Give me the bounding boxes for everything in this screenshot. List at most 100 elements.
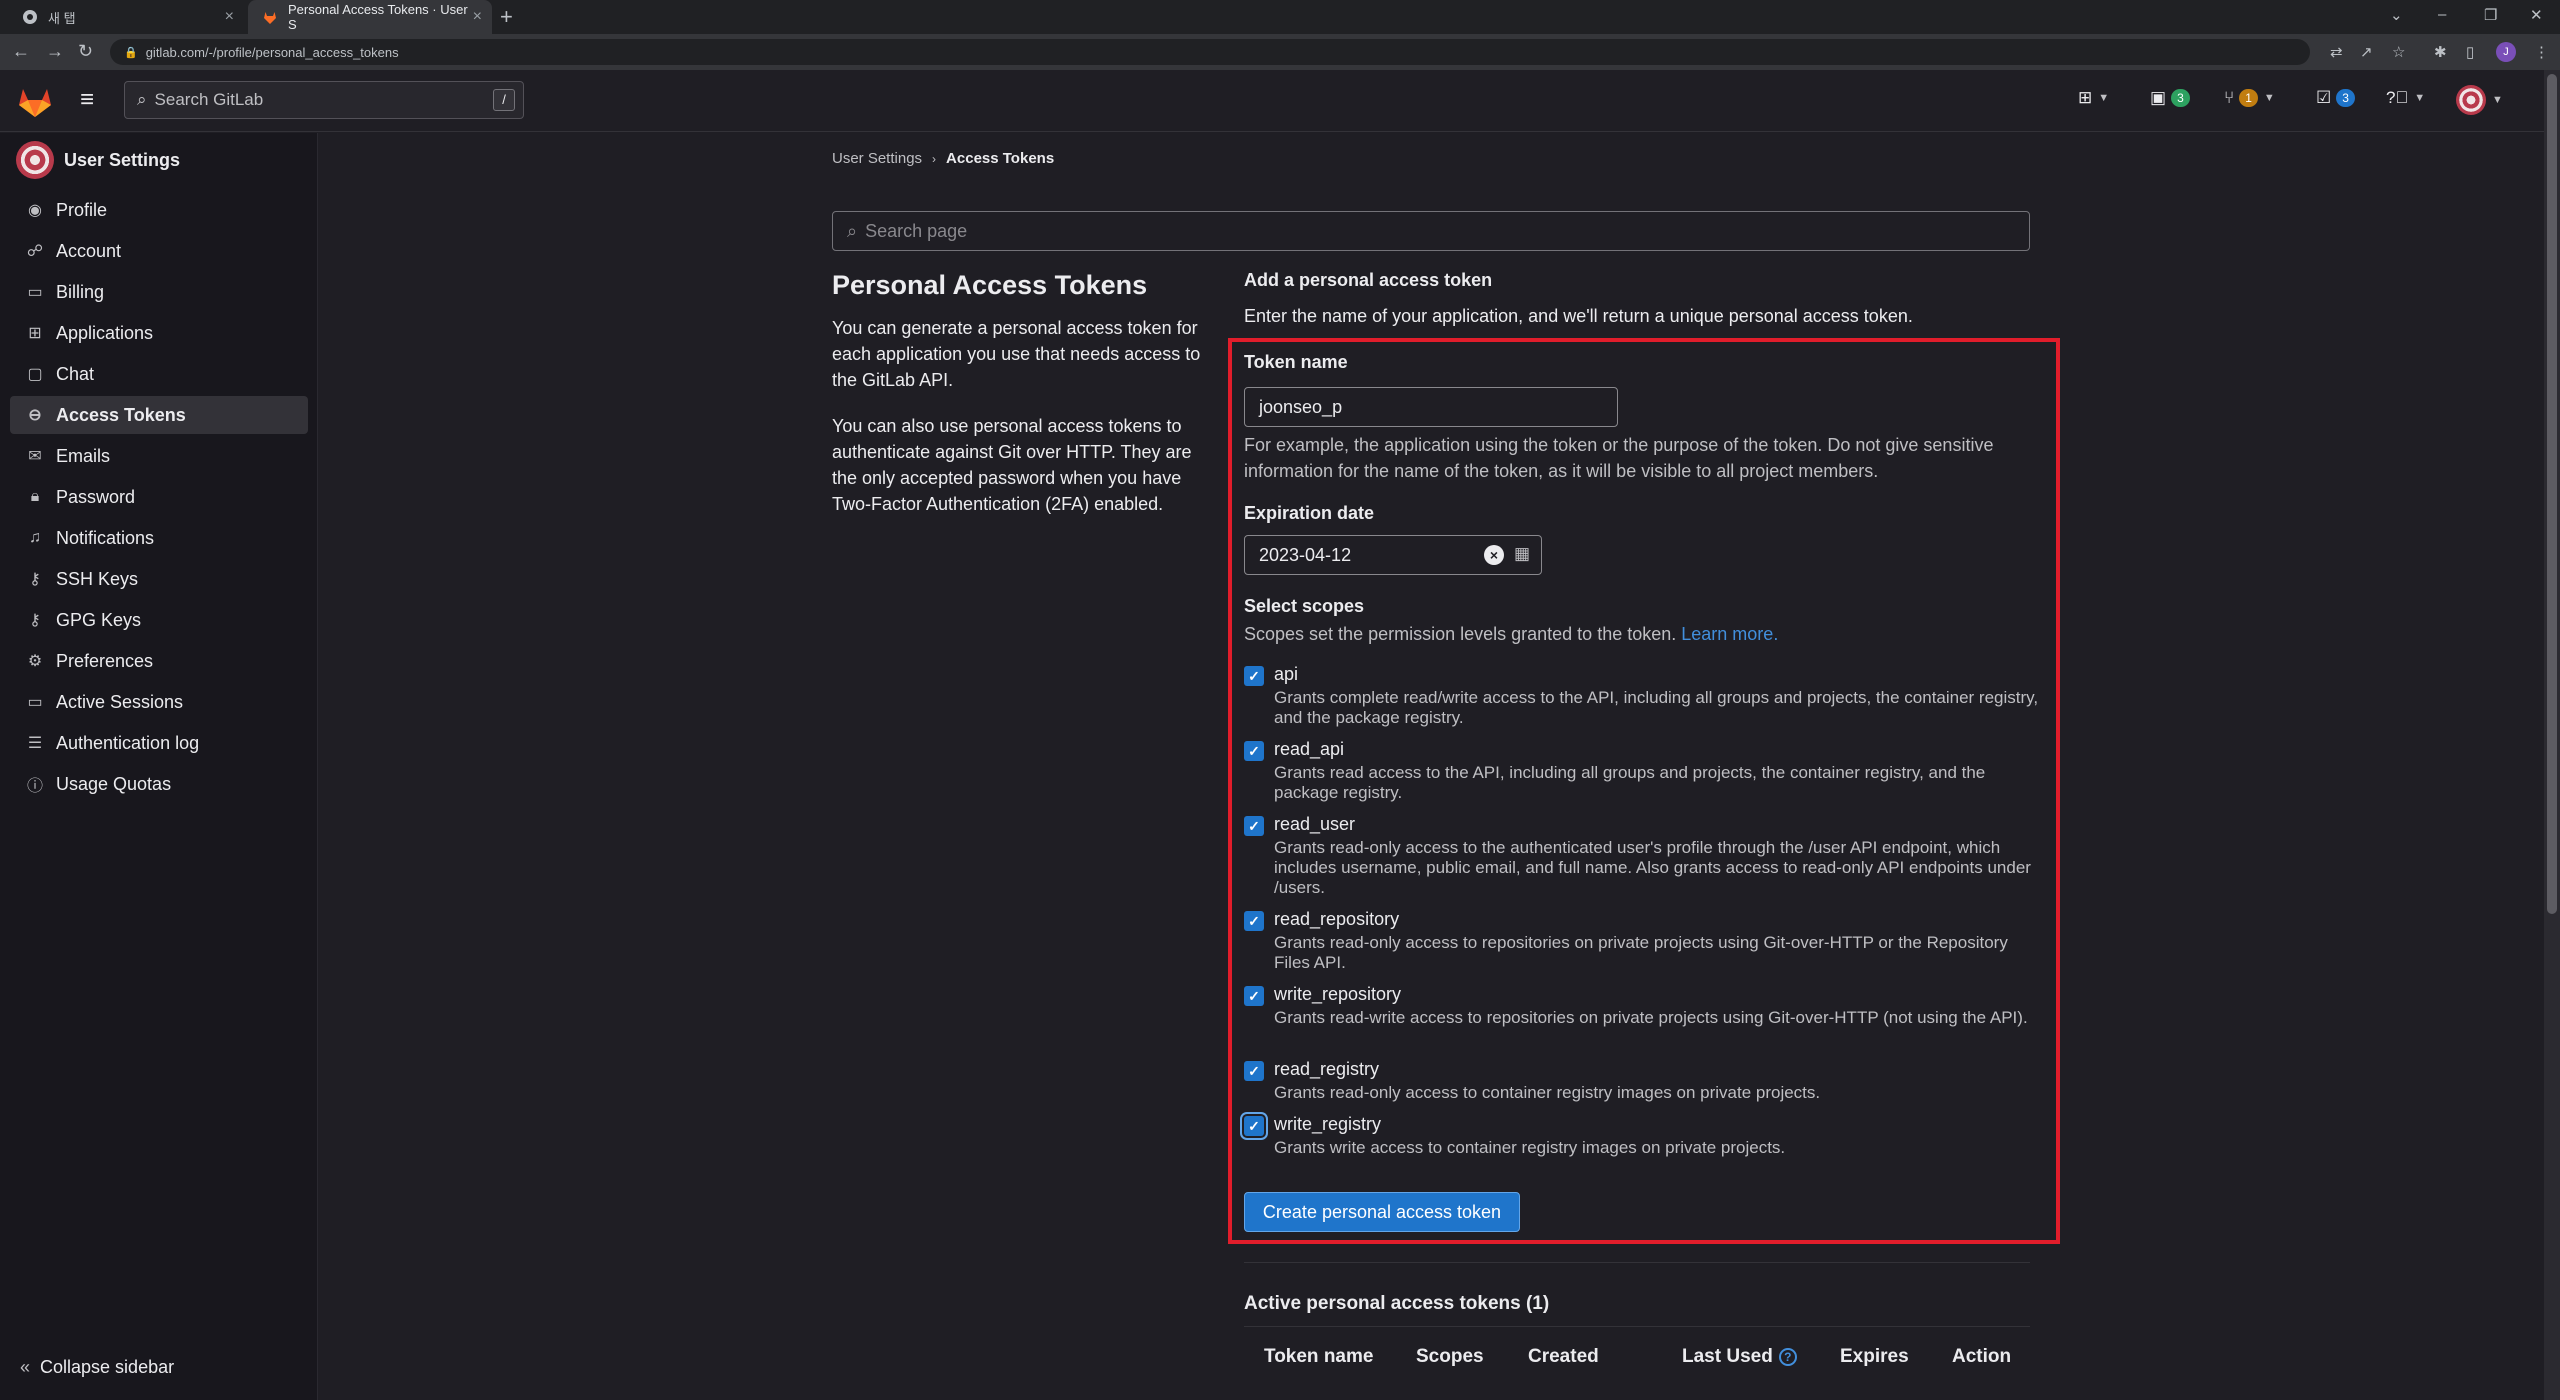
- chevron-down-icon: ▼: [2414, 92, 2426, 104]
- page-search-input[interactable]: ⌕ Search page: [832, 211, 2030, 251]
- scope-description: Grants read-write access to repositories…: [1274, 1008, 2028, 1027]
- sidebar-header[interactable]: User Settings: [16, 141, 180, 179]
- breadcrumb-parent[interactable]: User Settings: [832, 150, 922, 167]
- calendar-icon[interactable]: ▦: [1514, 544, 1530, 564]
- hamburger-menu-icon[interactable]: ≡: [80, 86, 94, 114]
- checkbox-checked-icon[interactable]: ✓: [1244, 986, 1264, 1006]
- sidebar-item-access-tokens[interactable]: ⊖ Access Tokens: [10, 396, 308, 434]
- sidebar-item-usage-quotas[interactable]: ⓘ Usage Quotas: [10, 765, 308, 803]
- chrome-icon: [22, 9, 38, 25]
- column-header-token-name[interactable]: Token name: [1264, 1346, 1373, 1368]
- browser-toolbar: ← → ↻ 🔒 gitlab.com/-/profile/personal_ac…: [0, 34, 2560, 70]
- token-name-input[interactable]: joonseo_p: [1244, 387, 1618, 427]
- checkbox-checked-icon[interactable]: ✓: [1244, 1061, 1264, 1081]
- column-header-scopes[interactable]: Scopes: [1416, 1346, 1484, 1368]
- sidebar-item-profile[interactable]: ◉ Profile: [10, 191, 308, 229]
- sidebar-item-notifications[interactable]: ♫ Notifications: [10, 519, 308, 557]
- url-text: gitlab.com/-/profile/personal_access_tok…: [145, 44, 399, 60]
- scope-read-registry: ✓ read_registry Grants read-only access …: [1244, 1059, 2044, 1109]
- chevron-down-icon: ▼: [2098, 92, 2110, 104]
- url-bar[interactable]: 🔒 gitlab.com/-/profile/personal_access_t…: [110, 39, 2310, 65]
- sidebar-item-billing[interactable]: ▭ Billing: [10, 273, 308, 311]
- sidebar-item-label: GPG Keys: [56, 609, 142, 630]
- sidebar-item-active-sessions[interactable]: ▭ Active Sessions: [10, 683, 308, 721]
- sidebar-item-ssh-keys[interactable]: ⚷ SSH Keys: [10, 560, 308, 598]
- minimize-icon[interactable]: –: [2438, 6, 2446, 23]
- checkbox-checked-icon[interactable]: ✓: [1244, 911, 1264, 931]
- sidebar-item-password[interactable]: 🔒︎ Password: [10, 478, 308, 516]
- breadcrumb-current[interactable]: Access Tokens: [946, 150, 1054, 167]
- profile-icon: ◉: [28, 202, 42, 219]
- checkbox-checked-icon[interactable]: ✓: [1244, 741, 1264, 761]
- reload-icon[interactable]: ↻: [78, 41, 93, 62]
- sidebar-item-authentication-log[interactable]: ☰ Authentication log: [10, 724, 308, 762]
- create-new-button[interactable]: ⊞ ▼: [2078, 88, 2109, 108]
- clear-date-icon[interactable]: ×: [1484, 545, 1504, 565]
- checkbox-checked-icon[interactable]: ✓: [1244, 1116, 1264, 1136]
- sidebar-item-preferences[interactable]: ⚙ Preferences: [10, 642, 308, 680]
- user-menu-button[interactable]: ▼: [2456, 85, 2503, 115]
- sidebar-item-label: Password: [56, 486, 136, 507]
- column-header-expires[interactable]: Expires: [1840, 1346, 1909, 1368]
- browser-tab-active[interactable]: Personal Access Tokens · User S ×: [248, 0, 492, 34]
- page-scrollbar[interactable]: [2544, 70, 2560, 1400]
- menu-kebab-icon[interactable]: ⋮: [2534, 43, 2549, 61]
- collapse-sidebar-button[interactable]: « Collapse sidebar: [20, 1357, 174, 1378]
- scope-name: read_user: [1274, 814, 1356, 834]
- forward-icon[interactable]: →: [46, 41, 64, 62]
- lock-icon: 🔒: [124, 46, 138, 59]
- tab-search-icon[interactable]: ⌄: [2390, 6, 2403, 24]
- key-icon: ⚷: [29, 612, 41, 629]
- sidebar-item-applications[interactable]: ⊞ Applications: [10, 314, 308, 352]
- token-icon: ⊖: [28, 407, 42, 424]
- scope-name: api: [1274, 664, 1299, 684]
- sidebar-item-chat[interactable]: ▢ Chat: [10, 355, 308, 393]
- learn-more-link[interactable]: Learn more.: [1681, 624, 1778, 644]
- sidebar-item-emails[interactable]: ✉ Emails: [10, 437, 308, 475]
- chevron-down-icon: ▼: [2263, 92, 2275, 104]
- issues-button[interactable]: ▣ 3: [2150, 88, 2190, 108]
- merge-requests-button[interactable]: ⑂ 1 ▼: [2224, 88, 2275, 108]
- column-header-created[interactable]: Created: [1528, 1346, 1599, 1368]
- share-icon[interactable]: ↗: [2360, 43, 2373, 61]
- collapse-sidebar-label: Collapse sidebar: [40, 1357, 175, 1377]
- global-search-input[interactable]: ⌕ Search GitLab /: [124, 81, 524, 119]
- create-token-button[interactable]: Create personal access token: [1244, 1192, 1520, 1232]
- back-icon[interactable]: ←: [12, 41, 30, 62]
- extensions-icon[interactable]: ✱: [2434, 43, 2447, 61]
- translate-icon[interactable]: ⇄: [2330, 43, 2343, 61]
- side-panel-icon[interactable]: ▯: [2466, 43, 2474, 61]
- close-window-icon[interactable]: ✕: [2530, 6, 2543, 24]
- search-icon: ⌕: [137, 90, 147, 109]
- new-tab-icon[interactable]: +: [500, 4, 513, 30]
- browser-profile-avatar[interactable]: J: [2496, 42, 2516, 62]
- help-button[interactable]: ?⃝ ▼: [2386, 88, 2425, 108]
- key-icon: ⚷: [29, 571, 41, 588]
- close-icon[interactable]: ×: [225, 8, 234, 26]
- question-icon[interactable]: ?: [1778, 1347, 1797, 1366]
- column-header-last-used[interactable]: Last Used?: [1682, 1346, 1797, 1368]
- sidebar-item-account[interactable]: ☍ Account: [10, 232, 308, 270]
- sidebar-item-gpg-keys[interactable]: ⚷ GPG Keys: [10, 601, 308, 639]
- scopes-hint-text: Scopes set the permission levels granted…: [1244, 624, 1677, 644]
- account-icon: ☍: [26, 243, 44, 260]
- checkbox-checked-icon[interactable]: ✓: [1244, 816, 1264, 836]
- bookmark-star-icon[interactable]: ☆: [2392, 43, 2405, 61]
- sidebar-item-label: Preferences: [56, 650, 154, 671]
- quota-icon: ⓘ: [26, 778, 43, 795]
- checkbox-checked-icon[interactable]: ✓: [1244, 666, 1264, 686]
- scope-description: Grants read-only access to repositories …: [1274, 933, 2008, 972]
- browser-tab-new[interactable]: 새 탭 ×: [8, 0, 244, 34]
- close-icon[interactable]: ×: [473, 8, 482, 26]
- column-header-label: Last Used: [1682, 1346, 1773, 1367]
- gitlab-logo-icon[interactable]: [18, 86, 52, 123]
- restore-icon[interactable]: ❐: [2484, 6, 2497, 24]
- scrollbar-thumb[interactable]: [2547, 74, 2557, 914]
- search-shortcut-key: /: [493, 89, 515, 111]
- merge-request-icon: ⑂: [2224, 88, 2235, 107]
- todos-button[interactable]: ☑ 3: [2316, 88, 2355, 108]
- double-chevron-left-icon: «: [20, 1357, 31, 1377]
- sidebar-item-label: Usage Quotas: [56, 773, 172, 794]
- lock-icon: 🔒︎: [30, 488, 40, 505]
- scope-write-registry: ✓ write_registry Grants write access to …: [1244, 1114, 2044, 1164]
